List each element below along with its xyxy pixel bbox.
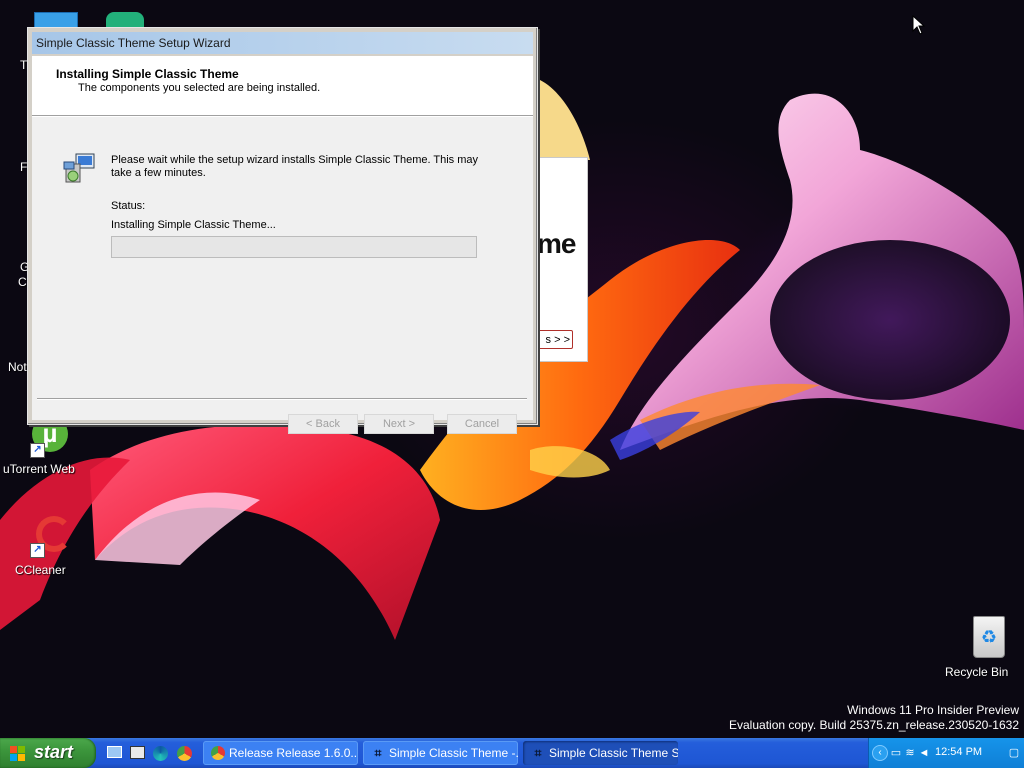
- edge-icon[interactable]: [153, 746, 168, 761]
- clock[interactable]: 12:54 PM: [935, 746, 982, 758]
- explorer-icon[interactable]: [130, 746, 145, 761]
- header-divider: [32, 116, 533, 117]
- os-watermark: Windows 11 Pro Insider Preview Evaluatio…: [729, 703, 1019, 733]
- wizard-header-title: Installing Simple Classic Theme: [56, 67, 239, 81]
- cancel-button[interactable]: Cancel: [447, 414, 517, 434]
- status-label: Status:: [111, 200, 146, 212]
- show-desktop-icon[interactable]: [107, 746, 122, 761]
- setup-icon: ⌗: [534, 746, 542, 760]
- next-button[interactable]: Next >: [364, 414, 434, 434]
- wifi-icon[interactable]: ≋: [903, 746, 917, 760]
- background-window-heading: me: [537, 228, 576, 259]
- desktop[interactable]: T ↗ F ↗ G C ↗ Not µ ↗ uTorrent Web: [0, 0, 1024, 738]
- watermark-line-1: Windows 11 Pro Insider Preview: [847, 703, 1019, 717]
- windows-flag-icon: [10, 746, 25, 761]
- background-window-next-button[interactable]: s > >: [533, 330, 573, 349]
- desktop-icon-label: uTorrent Web: [3, 462, 75, 476]
- installer-icon: [63, 153, 95, 183]
- task-label: Release Release 1.6.0...: [229, 746, 358, 760]
- install-progress-bar: [111, 236, 477, 258]
- footer-divider: [37, 398, 527, 400]
- status-text: Installing Simple Classic Theme...: [111, 219, 276, 231]
- task-label: Simple Classic Theme S...: [549, 746, 678, 760]
- wait-message: Please wait while the setup wizard insta…: [111, 154, 479, 179]
- chrome-icon: [211, 746, 225, 760]
- back-button[interactable]: < Back: [288, 414, 358, 434]
- task-label: Simple Classic Theme -...: [389, 746, 518, 760]
- taskbar: start Release Release 1.6.0... ⌗ Simple …: [0, 738, 1024, 768]
- window-title: Simple Classic Theme Setup Wizard: [36, 36, 231, 50]
- shortcut-arrow-icon: ↗: [30, 443, 45, 458]
- desktop-icon-label-2: C: [18, 275, 27, 289]
- setup-wizard-window[interactable]: Simple Classic Theme Setup Wizard Instal…: [27, 27, 538, 434]
- tray-expand-icon[interactable]: ‹: [872, 745, 888, 761]
- setup-icon: ⌗: [374, 746, 382, 760]
- recycle-bin-icon: ♻: [953, 614, 1005, 658]
- desktop-icon-recycle-bin[interactable]: ♻ Recycle Bin: [937, 614, 1013, 679]
- desktop-icon-label: Recycle Bin: [945, 665, 1009, 679]
- shortcut-arrow-icon: ↗: [30, 543, 45, 558]
- wizard-client-area: Installing Simple Classic Theme The comp…: [32, 56, 533, 434]
- notification-icon[interactable]: ▢: [1007, 746, 1021, 760]
- chrome-icon[interactable]: [177, 746, 192, 761]
- taskbar-button-setup-2[interactable]: ⌗ Simple Classic Theme S...: [523, 741, 678, 765]
- background-window[interactable]: me s > >: [533, 157, 588, 362]
- system-tray: ‹ ▭ ≋ ◄ 12:54 PM ▢: [868, 738, 1024, 768]
- start-label: start: [34, 742, 74, 762]
- taskbar-button-setup-1[interactable]: ⌗ Simple Classic Theme -...: [363, 741, 518, 765]
- watermark-line-2: Evaluation copy. Build 25375.zn_release.…: [729, 718, 1019, 732]
- mouse-cursor-icon: [912, 15, 926, 35]
- start-button[interactable]: start: [0, 738, 96, 768]
- volume-icon[interactable]: ◄: [917, 746, 931, 760]
- wizard-header: Installing Simple Classic Theme The comp…: [32, 56, 533, 116]
- ccleaner-icon: ↗: [16, 514, 72, 558]
- desktop-icon-label: Not: [8, 360, 27, 374]
- window-titlebar[interactable]: Simple Classic Theme Setup Wizard: [32, 32, 533, 54]
- taskbar-button-chrome[interactable]: Release Release 1.6.0...: [203, 741, 358, 765]
- desktop-icon-ccleaner[interactable]: ↗ CCleaner: [0, 514, 76, 577]
- network-icon[interactable]: ▭: [889, 746, 903, 760]
- desktop-icon-label: CCleaner: [15, 563, 66, 577]
- wizard-header-subtitle: The components you selected are being in…: [78, 82, 321, 94]
